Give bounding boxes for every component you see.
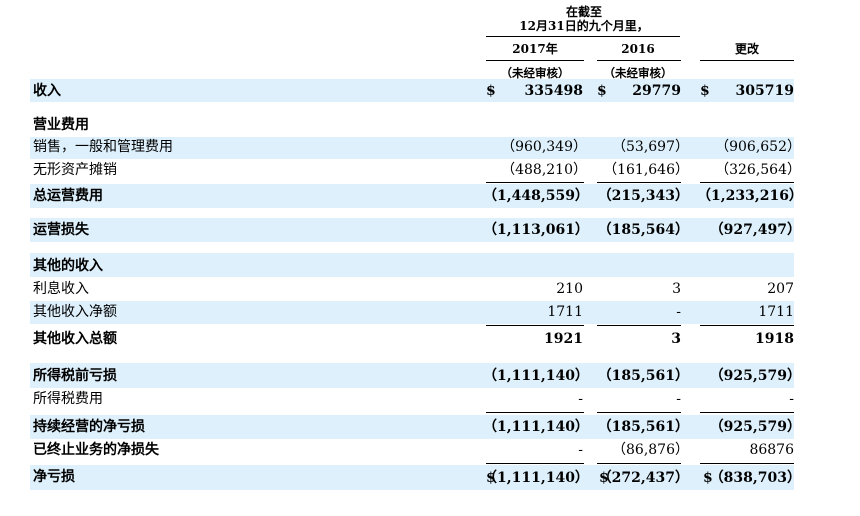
row-label-operating-loss: 运营损失 bbox=[33, 222, 89, 238]
col-change-header-rule bbox=[700, 60, 794, 61]
row-label-sga: 销售，一般和管理费用 bbox=[33, 139, 173, 155]
value-2017: 335498 bbox=[524, 83, 583, 99]
value-2016: （185,561） bbox=[597, 368, 689, 384]
subtotal-rule-2017 bbox=[486, 182, 584, 183]
column-header-2016: 2016 bbox=[621, 42, 655, 56]
value-change: （326,564） bbox=[715, 162, 801, 178]
row-label-discontinued-ops-loss: 已终止业务的净损失 bbox=[33, 442, 159, 458]
value-2017: （1,448,559） bbox=[483, 188, 589, 204]
subtotal-rule-2016 bbox=[597, 463, 681, 464]
value-change: （1,233,216） bbox=[697, 188, 803, 204]
row-label-net-loss: 净亏损 bbox=[33, 469, 75, 485]
value-change: 305719 bbox=[735, 83, 794, 99]
value-2017: - bbox=[578, 391, 583, 407]
value-change: - bbox=[789, 391, 794, 407]
column-header-change: 更改 bbox=[734, 42, 759, 56]
value-change: （838,703） bbox=[709, 470, 801, 486]
value-2016: - bbox=[676, 391, 681, 407]
value-2016: （185,561） bbox=[597, 419, 689, 435]
row-label-amortization: 无形资产摊销 bbox=[33, 162, 117, 178]
row-label-pretax-loss: 所得税前亏损 bbox=[33, 368, 117, 384]
value-2016: （215,343） bbox=[597, 188, 689, 204]
value-2016: （185,564） bbox=[597, 222, 689, 238]
col-2017-header-rule bbox=[486, 60, 584, 61]
value-change: （925,579） bbox=[709, 419, 801, 435]
subtotal-rule-change bbox=[700, 412, 794, 413]
col-2016-header-rule bbox=[597, 60, 681, 61]
row-label-operating-expenses: 营业费用 bbox=[33, 117, 89, 133]
value-change: （925,579） bbox=[709, 368, 801, 384]
subtotal-rule-2017 bbox=[486, 463, 584, 464]
row-label-other-income-net: 其他收入净额 bbox=[33, 304, 117, 320]
row-label-other-income-total: 其他收入总额 bbox=[33, 331, 117, 347]
period-underline bbox=[486, 36, 680, 37]
value-2016: 3 bbox=[671, 331, 681, 347]
value-2017: （960,349） bbox=[501, 139, 587, 155]
row-label-total-opex: 总运营费用 bbox=[33, 188, 103, 204]
value-2017: （1,113,061） bbox=[483, 222, 589, 238]
subtotal-rule-2016 bbox=[597, 325, 681, 326]
value-2017: （1,111,140） bbox=[483, 470, 589, 486]
value-change: 86876 bbox=[749, 442, 794, 458]
row-label-interest-income: 利息收入 bbox=[33, 281, 89, 297]
value-change: 1711 bbox=[758, 304, 794, 320]
value-2016: （161,646） bbox=[603, 162, 689, 178]
value-change: （906,652） bbox=[715, 139, 801, 155]
value-2016: （86,876） bbox=[612, 442, 689, 458]
value-2016: 29779 bbox=[632, 83, 681, 99]
row-label-revenue: 收入 bbox=[33, 83, 61, 99]
subtotal-rule-2017 bbox=[486, 325, 584, 326]
value-2016: （272,437） bbox=[597, 470, 689, 486]
value-change: 207 bbox=[767, 281, 794, 297]
value-2017: - bbox=[578, 442, 583, 458]
subtotal-rule-2017 bbox=[486, 412, 584, 413]
period-title-line2: 12月31日的九个月里， bbox=[519, 19, 649, 33]
row-label-continuing-ops-loss: 持续经营的净亏损 bbox=[33, 419, 145, 435]
value-2016: （53,697） bbox=[612, 139, 689, 155]
period-title-line1: 在截至 bbox=[565, 5, 602, 19]
value-2017: （1,111,140） bbox=[483, 368, 589, 384]
value-2017: （488,210） bbox=[501, 162, 587, 178]
row-label-income-tax: 所得税费用 bbox=[33, 391, 103, 407]
subtotal-rule-2016 bbox=[597, 412, 681, 413]
value-2016: - bbox=[676, 304, 681, 320]
column-header-2017: 2017年 bbox=[512, 42, 558, 56]
value-change: （927,497） bbox=[709, 222, 801, 238]
subtotal-rule-change bbox=[700, 325, 794, 326]
value-2017: （1,111,140） bbox=[483, 419, 589, 435]
subtotal-rule-2016 bbox=[597, 182, 681, 183]
value-change: 1918 bbox=[755, 331, 794, 347]
unaudited-note-2016: （未经审核） bbox=[603, 66, 673, 80]
unaudited-note-2017: （未经审核） bbox=[500, 66, 570, 80]
value-2017: 1711 bbox=[547, 304, 583, 320]
value-2017: 210 bbox=[556, 281, 583, 297]
row-band-other-income-header bbox=[30, 253, 794, 277]
row-label-other-income: 其他的收入 bbox=[33, 258, 103, 274]
value-2016: 3 bbox=[672, 281, 681, 297]
subtotal-rule-change bbox=[700, 182, 794, 183]
subtotal-rule-change bbox=[700, 463, 794, 464]
value-2017: 1921 bbox=[544, 331, 583, 347]
